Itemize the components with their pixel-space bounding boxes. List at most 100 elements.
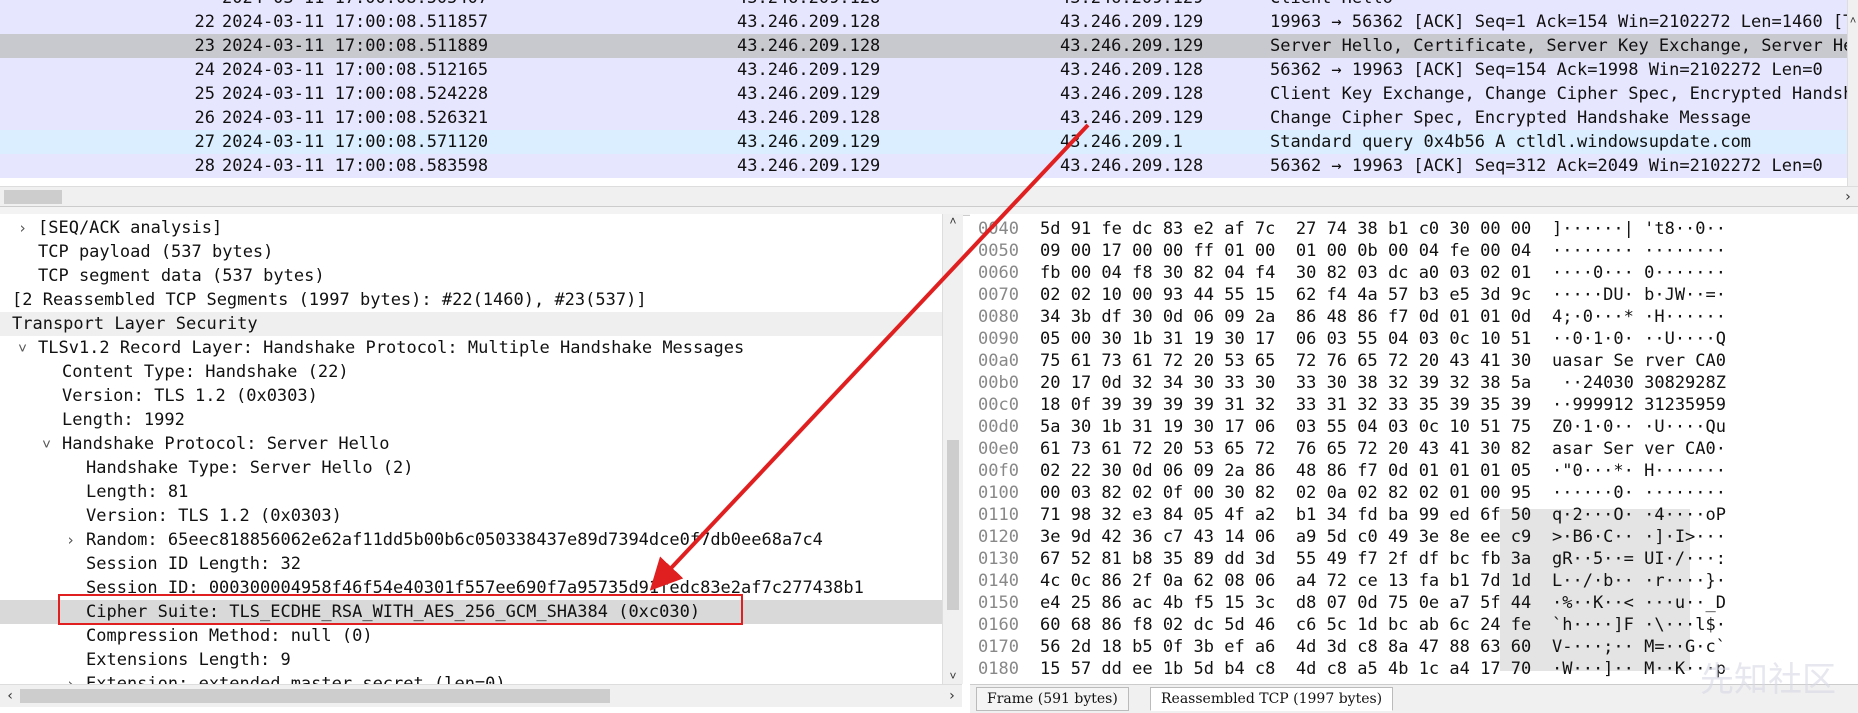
hex-ascii: ]······| 't8··0·· (1552, 219, 1726, 239)
packet-row[interactable]: 26 2024-03-11 17:00:08.526321 43.246.209.1… (0, 106, 1848, 130)
scroll-thumb[interactable] (947, 440, 959, 610)
hex-offset: 0060 (978, 263, 1019, 283)
hex-offset: 0120 (978, 527, 1019, 547)
packet-row[interactable]: 24 2024-03-11 17:00:08.512165 43.246.209.1… (0, 58, 1848, 82)
hex-offset: 0130 (978, 549, 1019, 569)
tree-node[interactable]: Version: TLS 1.2 (0x0303) (0, 504, 942, 528)
packet-row[interactable]: 25 2024-03-11 17:00:08.524228 43.246.209.1… (0, 82, 1848, 106)
tree-node[interactable]: Length: 81 (0, 480, 942, 504)
hex-offset: 0110 (978, 505, 1019, 525)
packet-list-vscrollbar[interactable]: ˄ (1847, 0, 1858, 186)
hex-ascii: ·····DU· b·JW··=· (1552, 285, 1726, 305)
packet-time: 2024-03-11 17:00:08.505407 (222, 0, 488, 10)
packet-row[interactable]: 22 2024-03-11 17:00:08.511857 43.246.209.1… (0, 10, 1848, 34)
hex-row[interactable]: 0100 00 03 82 02 0f 00 30 82 02 0a 02 82 … (970, 482, 1858, 504)
hex-row[interactable]: 0090 05 00 30 1b 31 19 30 17 06 03 55 04 … (970, 328, 1858, 350)
hex-row[interactable]: 0070 02 02 10 00 93 44 55 15 62 f4 4a 57 … (970, 284, 1858, 306)
hex-row[interactable]: 0160 60 68 86 f8 02 dc 5d 46 c6 5c 1d bc … (970, 614, 1858, 636)
hex-bytes: 00 03 82 02 0f 00 30 82 02 0a 02 82 02 0… (1040, 483, 1532, 503)
packet-source: 43.246.209.129 (737, 60, 881, 80)
hex-row[interactable]: 0140 4c 0c 86 2f 0a 62 08 06 a4 72 ce 13 … (970, 570, 1858, 592)
hex-row[interactable]: 0120 3e 9d 42 36 c7 43 14 06 a9 5d c0 49 … (970, 526, 1858, 548)
tree-node[interactable]: TCP payload (537 bytes) (0, 240, 942, 264)
tree-node[interactable]: [2 Reassembled TCP Segments (1997 bytes)… (0, 288, 942, 312)
hex-row[interactable]: 0150 e4 25 86 ac 4b f5 15 3c d8 07 0d 75 … (970, 592, 1858, 614)
hex-row[interactable]: 00e0 61 73 61 72 20 53 65 72 76 65 72 20 … (970, 438, 1858, 460)
details-hscrollbar[interactable]: ‹ › (0, 684, 962, 707)
tree-node[interactable]: ˅ Handshake Protocol: Server Hello (0, 432, 942, 456)
collapse-icon[interactable]: ˅ (42, 432, 51, 456)
expand-icon[interactable]: › (66, 528, 75, 552)
tree-node[interactable]: Extensions Length: 9 (0, 648, 942, 672)
hex-bytes: 18 0f 39 39 39 39 31 32 33 31 32 33 35 3… (1040, 395, 1532, 415)
details-vscrollbar[interactable]: ˄ ˅ (942, 214, 963, 684)
hex-row[interactable]: 00d0 5a 30 1b 31 19 30 17 06 03 55 04 03 … (970, 416, 1858, 438)
tree-node[interactable]: › Extension: extended_master_secret (len=… (0, 672, 942, 684)
hex-bytes: 71 98 32 e3 84 05 4f a2 b1 34 fd ba 99 e… (1040, 505, 1532, 525)
tree-node[interactable]: › [SEQ/ACK analysis] (0, 216, 942, 240)
hex-row[interactable]: 0080 34 3b df 30 0d 06 09 2a 86 48 86 f7 … (970, 306, 1858, 328)
tree-node[interactable]: Handshake Type: Server Hello (2) (0, 456, 942, 480)
hex-row[interactable]: 0110 71 98 32 e3 84 05 4f a2 b1 34 fd ba … (970, 504, 1858, 526)
packet-bytes-pane[interactable]: 0040 5d 91 fe dc 83 e2 af 7c 27 74 38 b1 … (970, 214, 1858, 684)
scroll-right-icon[interactable]: › (948, 685, 956, 707)
tree-node[interactable]: Content Type: Handshake (22) (0, 360, 942, 384)
tree-node[interactable]: ˅ TLSv1.2 Record Layer: Handshake Protoco… (0, 336, 942, 360)
scroll-up-icon[interactable]: ˄ (1848, 14, 1858, 28)
scroll-right-icon[interactable]: › (1844, 187, 1852, 207)
tree-node[interactable]: Version: TLS 1.2 (0x0303) (0, 384, 942, 408)
tab-reassembled-tcp[interactable]: Reassembled TCP (1997 bytes) (1150, 687, 1394, 711)
hex-ascii: Z0·1·0·· ·U····Qu (1552, 417, 1726, 437)
hex-bytes: 60 68 86 f8 02 dc 5d 46 c6 5c 1d bc ab 6… (1040, 615, 1532, 635)
hex-row[interactable]: 0130 67 52 81 b8 35 89 dd 3d 55 49 f7 2f … (970, 548, 1858, 570)
expand-icon[interactable]: › (66, 672, 75, 684)
tree-node[interactable]: Transport Layer Security (0, 312, 942, 336)
hex-offset: 0090 (978, 329, 1019, 349)
hex-offset: 0040 (978, 219, 1019, 239)
hex-row[interactable]: 00f0 02 22 30 0d 06 09 2a 86 48 86 f7 0d … (970, 460, 1858, 482)
packet-row[interactable]: 28 2024-03-11 17:00:08.583598 43.246.209.1… (0, 154, 1848, 178)
hex-offset: 0070 (978, 285, 1019, 305)
hex-row[interactable]: 0060 fb 00 04 f8 30 82 04 f4 30 82 03 dc … (970, 262, 1858, 284)
packet-list-hscrollbar[interactable]: › (0, 186, 1858, 207)
tree-node[interactable]: Compression Method: null (0) (0, 624, 942, 648)
tab-frame[interactable]: Frame (591 bytes) (976, 687, 1129, 711)
hex-offset: 00b0 (978, 373, 1019, 393)
packet-list[interactable]: 2024-03-11 17:00:08.505407 43.246.209.128… (0, 0, 1858, 186)
scroll-down-icon[interactable]: ˅ (943, 669, 963, 684)
tree-node[interactable]: TCP segment data (537 bytes) (0, 264, 942, 288)
packet-row[interactable]: 23 2024-03-11 17:00:08.511889 43.246.209.1… (0, 34, 1848, 58)
tree-node[interactable]: › Random: 65eec818856062e62af11dd5b00b6c0… (0, 528, 942, 552)
hex-row[interactable]: 0040 5d 91 fe dc 83 e2 af 7c 27 74 38 b1 … (970, 218, 1858, 240)
tree-node[interactable]: Length: 1992 (0, 408, 942, 432)
hex-row[interactable]: 00c0 18 0f 39 39 39 39 31 32 33 31 32 33 … (970, 394, 1858, 416)
packet-row[interactable]: 2024-03-11 17:00:08.505407 43.246.209.128… (0, 0, 1848, 10)
hex-offset: 00e0 (978, 439, 1019, 459)
hex-offset: 0160 (978, 615, 1019, 635)
hex-row[interactable]: 00a0 75 61 73 61 72 20 53 65 72 76 65 72 … (970, 350, 1858, 372)
packet-time: 2024-03-11 17:00:08.571120 (222, 132, 489, 152)
collapse-icon[interactable]: ˅ (18, 336, 27, 360)
tree-node[interactable]: Session ID Length: 32 (0, 552, 942, 576)
hex-row[interactable]: 00b0 20 17 0d 32 34 30 33 30 33 30 38 32 … (970, 372, 1858, 394)
packet-destination: 43.246.209.128 (1060, 60, 1204, 80)
scroll-left-icon[interactable]: ‹ (6, 685, 14, 707)
packet-destination: 43.246.209.129 (1060, 0, 1203, 10)
tree-node-label: Extensions Length: 9 (86, 650, 291, 670)
scroll-up-icon[interactable]: ˄ (943, 214, 963, 229)
tree-node-label: Content Type: Handshake (22) (62, 362, 349, 382)
packet-info: 19963 → 56362 [ACK] Seq=1 Ack=154 Win=21… (1270, 12, 1848, 32)
hex-bytes: 4c 0c 86 2f 0a 62 08 06 a4 72 ce 13 fa b… (1040, 571, 1532, 591)
expand-icon[interactable]: › (18, 216, 27, 240)
packet-time: 2024-03-11 17:00:08.511857 (222, 12, 489, 32)
hex-ascii: ·%··K··< ···u··_D (1552, 593, 1726, 613)
packet-source: 43.246.209.128 (737, 12, 881, 32)
packet-info: Server Hello, Certificate, Server Key Ex… (1270, 36, 1848, 56)
packet-row[interactable]: 27 2024-03-11 17:00:08.571120 43.246.209.1… (0, 130, 1848, 154)
scroll-thumb[interactable] (20, 689, 610, 703)
hex-row[interactable]: 0050 09 00 17 00 00 ff 01 00 01 00 0b 00 … (970, 240, 1858, 262)
hex-offset: 00d0 (978, 417, 1019, 437)
scroll-thumb[interactable] (4, 190, 62, 204)
hex-bytes: 02 02 10 00 93 44 55 15 62 f4 4a 57 b3 e… (1040, 285, 1532, 305)
tree-node-label: Compression Method: null (0) (86, 626, 373, 646)
